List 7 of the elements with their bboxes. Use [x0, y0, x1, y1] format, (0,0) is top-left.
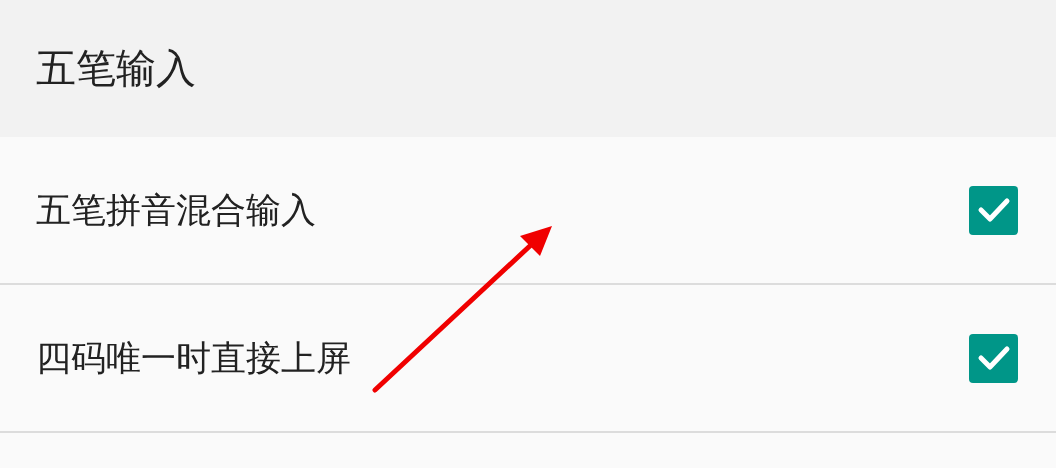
checkbox[interactable] — [969, 185, 1018, 235]
section-title: 五笔输入 — [36, 44, 196, 93]
checkbox[interactable] — [969, 333, 1018, 383]
setting-label: 五笔拼音混合输入 — [36, 188, 316, 232]
check-icon — [976, 344, 1011, 372]
check-icon — [976, 196, 1011, 224]
setting-label: 四码唯一时直接上屏 — [36, 336, 351, 380]
